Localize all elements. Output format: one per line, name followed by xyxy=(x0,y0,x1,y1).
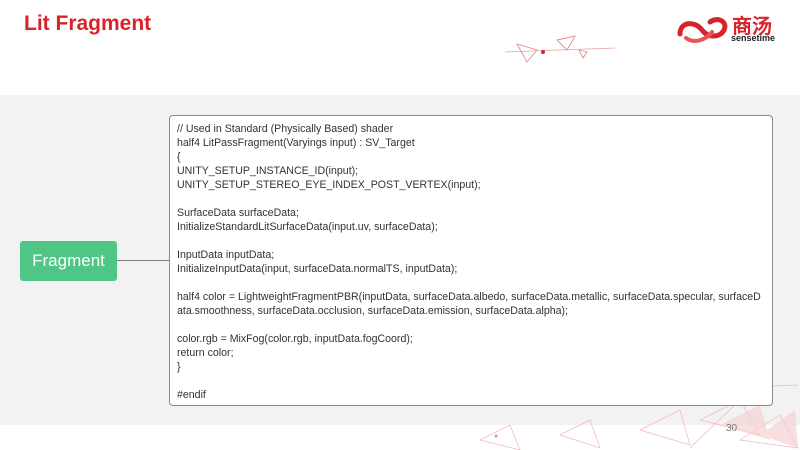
code-line: // Used in Standard (Physically Based) s… xyxy=(177,123,394,135)
slide-title: Lit Fragment xyxy=(24,12,152,35)
code-block: // Used in Standard (Physically Based) s… xyxy=(169,115,773,406)
code-line: UNITY_SETUP_STEREO_EYE_INDEX_POST_VERTEX… xyxy=(177,179,481,191)
decorative-triangles-top xyxy=(505,35,615,63)
code-line: UNITY_SETUP_INSTANCE_ID(input); xyxy=(177,165,359,177)
code-line: half4 color = LightweightFragmentPBR(inp… xyxy=(177,291,761,303)
code-line: color.rgb = MixFog(color.rgb, inputData.… xyxy=(177,333,413,345)
code-line: #endif xyxy=(177,389,206,401)
code-line: ata.smoothness, surfaceData.occlusion, s… xyxy=(177,305,568,317)
brand-name-en: sensetime xyxy=(731,33,776,43)
code-line: SurfaceData surfaceData; xyxy=(177,207,299,219)
code-line: } xyxy=(177,361,181,373)
code-line: half4 LitPassFragment(Varyings input) : … xyxy=(177,137,415,149)
code-line: InitializeInputData(input, surfaceData.n… xyxy=(177,263,458,275)
code-line: InputData inputData; xyxy=(177,249,275,261)
fragment-label-box: Fragment xyxy=(20,241,117,281)
page-number: 30 xyxy=(726,423,738,434)
connector-line xyxy=(117,260,170,261)
code-line: return color; xyxy=(177,347,234,359)
code-line: InitializeStandardLitSurfaceData(input.u… xyxy=(177,221,438,233)
code-line: { xyxy=(177,151,181,163)
